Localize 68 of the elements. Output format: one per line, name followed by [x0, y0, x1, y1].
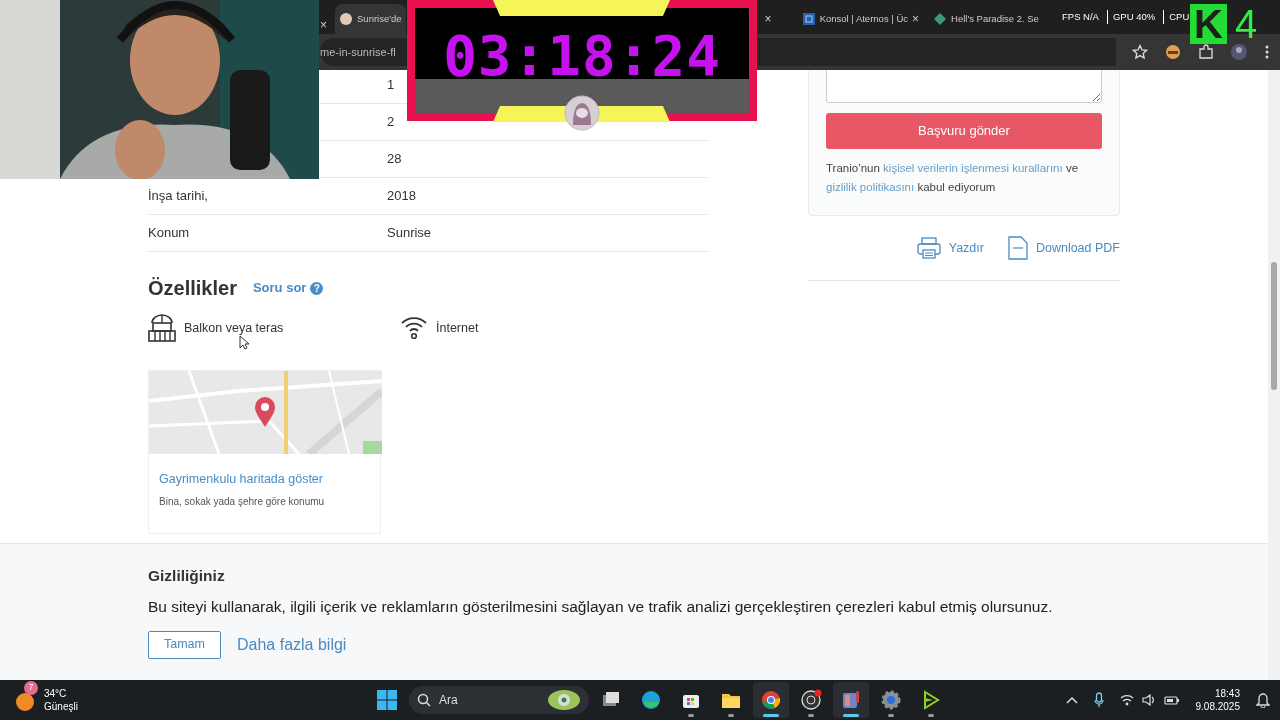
building-icon [148, 314, 176, 342]
scroll-thumb[interactable] [1271, 262, 1277, 390]
record-icon [800, 689, 822, 711]
stat-text: FPS N/A [1062, 10, 1099, 24]
action-link[interactable]: Download PDF [1007, 236, 1120, 260]
logo-number: 4 [1234, 4, 1258, 44]
browser-tab[interactable]: Hell's Paradise 2. Se [929, 4, 1043, 34]
browser-tab[interactable]: Konsol | Aternos | Üc × [797, 4, 923, 34]
ask-question-link[interactable]: Soru sor ? [252, 278, 324, 298]
logo-letter: K [1190, 4, 1227, 44]
action-link[interactable]: Yazdır [916, 237, 984, 259]
extension-icon[interactable] [1164, 43, 1182, 61]
wifi-icon[interactable] [1119, 694, 1134, 706]
close-icon[interactable]: × [912, 10, 919, 28]
section-heading: Özellikler [148, 276, 237, 300]
map-link[interactable]: Gayrimenkulu haritada göster [159, 470, 323, 489]
more-info-link[interactable]: Daha fazla bilgi [237, 632, 347, 657]
timer-text: 03:18:24 [442, 28, 722, 84]
favicon-icon [339, 12, 353, 26]
avatar-icon[interactable] [1230, 43, 1248, 61]
browser-icon [640, 689, 662, 711]
puzzle-icon[interactable] [1198, 44, 1214, 60]
search-placeholder: Ara [439, 692, 459, 709]
detail-label: Konum [148, 224, 191, 243]
favicon-icon [933, 12, 947, 26]
wifi-icon [400, 314, 428, 342]
feature-label: Balkon veya teras [184, 319, 284, 337]
map-subtitle: Bina, sokak yada şehre göre konumu [159, 495, 326, 509]
speaker-icon[interactable] [1141, 694, 1156, 706]
banner-text: Bu siteyi kullanarak, ilgili içerik ve reklamların gösterilmesini sağlayan ve trafik analizi gerçekleştiren çerezleri kabul etmiş olursunuz. [148, 597, 1054, 618]
notification-badge: 7 [24, 681, 38, 695]
stat-text: GPU 40% [1106, 10, 1156, 25]
detail-value: 1 [387, 76, 395, 95]
hooded-figure-icon [564, 95, 600, 131]
stat-text: CPU [1163, 10, 1190, 25]
printer-icon [916, 237, 941, 259]
cursor-icon [239, 335, 249, 350]
close-icon[interactable]: × [764, 10, 772, 28]
menu-icon[interactable] [1264, 44, 1270, 60]
banner-title: Gizliliğiniz [148, 566, 226, 586]
settings-icon [880, 689, 902, 711]
search-icon [417, 693, 431, 707]
detail-label: İnşa tarihi, [148, 187, 209, 206]
browser-tab[interactable]: × [760, 4, 776, 34]
ok-button[interactable]: Tamam [148, 630, 221, 659]
detail-value: 2 [387, 113, 395, 132]
document-icon [1007, 236, 1028, 260]
microphone-icon[interactable] [1093, 692, 1104, 708]
clock-time[interactable]: 18:43 [1195, 687, 1240, 700]
chrome-icon [760, 689, 782, 711]
submit-button[interactable]: Başvuru gönder [826, 113, 1102, 149]
star-icon[interactable] [1132, 44, 1148, 60]
temperature-text: 34°C [44, 687, 68, 700]
detail-value: 28 [387, 150, 402, 169]
taskbar-app[interactable] [833, 682, 869, 718]
clock-date[interactable]: 9.08.2025 [1195, 700, 1240, 713]
battery-icon[interactable] [1163, 694, 1180, 706]
bell-icon[interactable] [1256, 692, 1270, 708]
detail-value: Sunrise [387, 224, 432, 243]
consent-text: Tranio’nun kişisel verilerin işlenmesi kurallarını ve gizlilik politikasını kabul ediyorum [826, 161, 1080, 195]
chevron-up-icon[interactable] [1065, 696, 1078, 704]
weather-text: Güneşli [44, 700, 78, 713]
taskbar-app[interactable] [753, 682, 789, 718]
detail-value: 2018 [387, 187, 416, 206]
browser-tab[interactable]: Sunrise'de [335, 4, 406, 34]
search-field[interactable]: Ara [409, 686, 589, 714]
feature-label: İnternet [436, 319, 479, 337]
favicon-icon [801, 12, 816, 26]
